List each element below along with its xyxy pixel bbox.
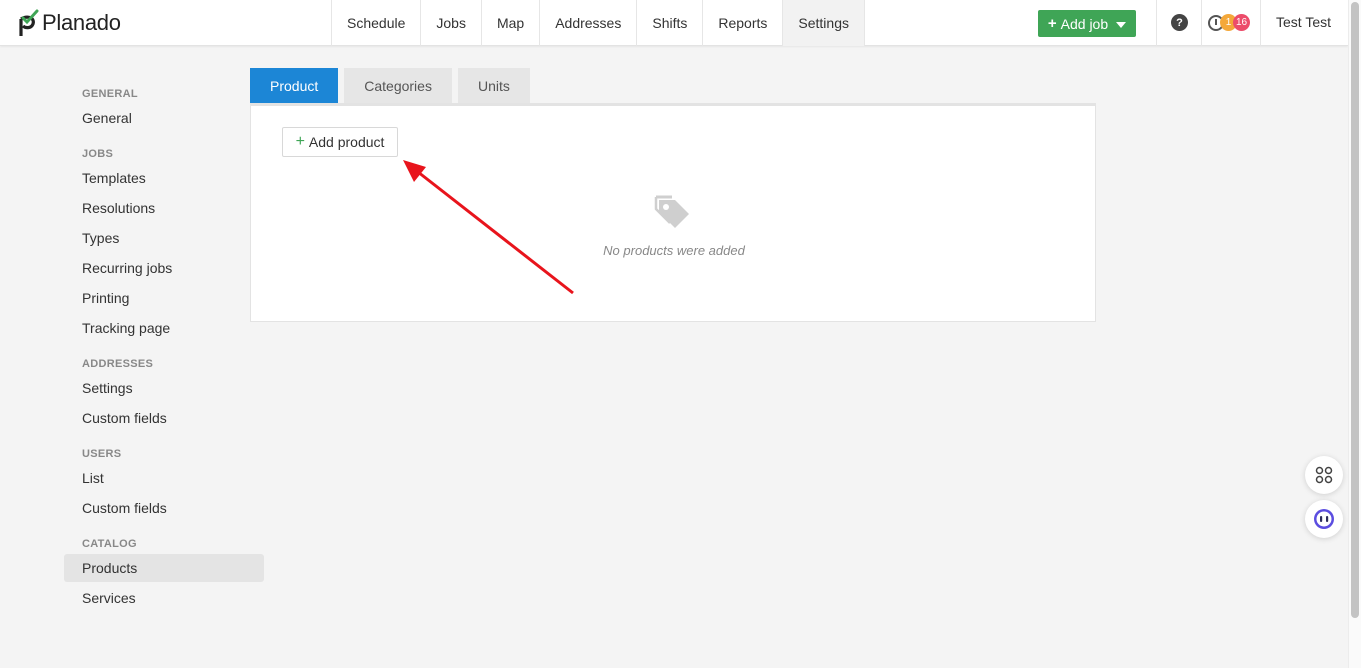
scroll-thumb[interactable] [1351,2,1359,618]
tab-categories[interactable]: Categories [344,68,452,104]
nav-map[interactable]: Map [482,0,541,46]
top-bar: Planado Schedule Jobs Map Addresses Shif… [0,0,1348,46]
brand-name: Planado [42,10,121,35]
add-job-label: Add job [1060,15,1109,32]
plus-icon: + [295,133,305,150]
sidebar-item-printing[interactable]: Printing [64,284,264,312]
sidebar-item-users-list[interactable]: List [64,464,264,492]
sidebar-item-products[interactable]: Products [64,554,264,582]
nav-jobs[interactable]: Jobs [421,0,482,46]
sidebar-item-types[interactable]: Types [64,224,264,252]
apps-grid-icon [1315,466,1333,484]
plus-icon: + [1047,15,1057,32]
divider [1260,0,1261,46]
add-job-button[interactable]: + Add job [1038,10,1136,37]
sidebar-item-address-settings[interactable]: Settings [64,374,264,402]
chat-widget-button[interactable] [1305,500,1343,538]
sidebar-item-recurring-jobs[interactable]: Recurring jobs [64,254,264,282]
sidebar-item-resolutions[interactable]: Resolutions [64,194,264,222]
nav-addresses[interactable]: Addresses [540,0,638,46]
sidebar-item-users-custom-fields[interactable]: Custom fields [64,494,264,522]
sidebar-heading-users: USERS [82,448,122,460]
sidebar-item-services[interactable]: Services [64,584,264,612]
add-product-label: Add product [308,134,385,150]
products-panel: + Add product No products were added [250,106,1096,322]
sidebar-heading-catalog: CATALOG [82,538,137,550]
sidebar-item-templates[interactable]: Templates [64,164,264,192]
sidebar-item-general[interactable]: General [64,104,264,132]
notification-badge-red: 16 [1233,14,1251,31]
sidebar-heading-addresses: ADDRESSES [82,358,154,370]
chat-bot-icon [1314,509,1334,529]
divider [1201,0,1202,46]
nav-schedule[interactable]: Schedule [332,0,422,46]
user-menu[interactable]: Test Test [1276,14,1331,30]
main-nav: Schedule Jobs Map Addresses Shifts Repor… [331,0,865,46]
apps-grid-button[interactable] [1305,456,1343,494]
tab-product[interactable]: Product [250,68,339,104]
divider [1156,0,1157,46]
tags-icon [654,195,689,228]
nav-settings[interactable]: Settings [783,0,865,46]
caret-down-icon [1116,21,1127,28]
catalog-tabs: Product Categories Units [250,68,530,104]
page-scrollbar[interactable] [1348,0,1361,668]
notifications[interactable]: 1 16 [1208,13,1254,33]
help-icon[interactable]: ? [1171,14,1188,31]
nav-shifts[interactable]: Shifts [637,0,704,46]
planado-logo-icon [19,9,39,36]
sidebar-item-tracking-page[interactable]: Tracking page [64,314,264,342]
sidebar-heading-general: GENERAL [82,88,138,100]
tab-units[interactable]: Units [457,68,530,104]
add-product-button[interactable]: + Add product [282,127,398,157]
nav-reports[interactable]: Reports [703,0,784,46]
empty-state-message: No products were added [603,243,745,258]
logo[interactable]: Planado [18,9,121,37]
settings-sidebar: GENERAL General JOBS Templates Resolutio… [64,84,264,614]
sidebar-heading-jobs: JOBS [82,148,114,160]
sidebar-item-address-custom-fields[interactable]: Custom fields [64,404,264,432]
